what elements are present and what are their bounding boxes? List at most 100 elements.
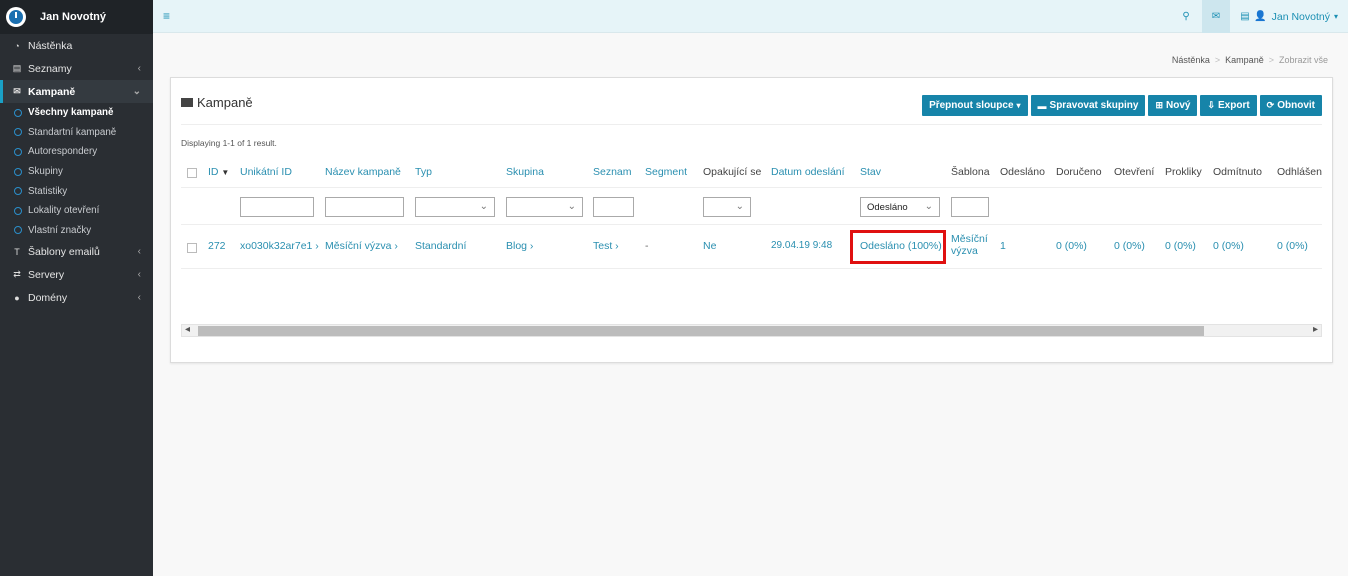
sidebar-subitem-autorespondery[interactable]: Autorespondery <box>0 142 153 162</box>
breadcrumb-item[interactable]: Kampaně <box>1225 55 1264 65</box>
breadcrumb-item[interactable]: Nástěnka <box>1172 55 1210 65</box>
column-header-delivered: Doručeno <box>1056 166 1102 178</box>
cell-recurring: Ne <box>703 240 717 252</box>
sidebar-subitem-statistiky[interactable]: Statistiky <box>0 181 153 201</box>
list-filter-input[interactable] <box>593 197 634 217</box>
folder-icon: ▬ <box>1037 100 1047 111</box>
column-header-group[interactable]: Skupina <box>506 166 544 178</box>
button-label: Obnovit <box>1277 100 1315 111</box>
cell-send-date: 29.04.19 9:48 <box>771 240 833 251</box>
user-menu[interactable]: 👤 Jan Novotný ▾ <box>1254 0 1338 33</box>
chevron-left-icon: ‹ <box>137 269 141 281</box>
scroll-left-icon[interactable]: ◂ <box>185 324 190 335</box>
export-button[interactable]: ⇩ Export <box>1200 95 1257 116</box>
campaigns-table: ID ▼ Unikátní ID Název kampaně Typ Skupi… <box>181 156 1322 316</box>
sidebar-item-nastenka[interactable]: ◔ Nástěnka <box>0 34 153 57</box>
sidebar-item-domeny[interactable]: ● Domény ‹ <box>0 286 153 309</box>
row-checkbox[interactable] <box>187 243 197 253</box>
button-label: Nový <box>1166 100 1191 111</box>
circle-icon <box>14 167 22 176</box>
column-header-send-date[interactable]: Datum odeslání <box>771 166 845 178</box>
cell-delivered[interactable]: 0 (0%) <box>1056 240 1087 252</box>
caret-down-icon: ▾ <box>1333 12 1338 21</box>
user-name: Jan Novotný <box>1271 10 1330 23</box>
column-header-unique-id[interactable]: Unikátní ID <box>240 166 292 178</box>
column-header-name[interactable]: Název kampaně <box>325 166 401 178</box>
cell-sent[interactable]: 1 <box>1000 240 1006 252</box>
sidebar-subitem-vlastni-znacky[interactable]: Vlastní značky <box>0 220 153 241</box>
manage-groups-button[interactable]: ▬ Spravovat skupiny <box>1030 95 1146 116</box>
column-header-status[interactable]: Stav <box>860 166 881 178</box>
breadcrumb: Nástěnka > Kampaně > Zobrazit vše <box>1172 55 1328 65</box>
sidebar-item-kampane[interactable]: ✉ Kampaně ⌄ <box>0 80 153 103</box>
chevron-down-icon: ⌄ <box>924 201 933 212</box>
sidebar-subitem-skupiny[interactable]: Skupiny <box>0 161 153 182</box>
power-logo-icon <box>6 7 26 27</box>
cell-opens[interactable]: 0 (0%) <box>1114 240 1145 252</box>
sidebar-item-label: Domény <box>28 291 68 304</box>
group-filter-select[interactable]: ⌄ <box>506 197 583 217</box>
cell-template[interactable]: Měsíční výzva <box>951 233 988 257</box>
cell-list[interactable]: Test › <box>593 240 619 252</box>
cell-unsubscribed[interactable]: 0 (0%) <box>1277 240 1308 252</box>
sidebar-subitem-lokality-otevreni[interactable]: Lokality otevření <box>0 200 153 221</box>
sidebar-subitem-vsechny-kampane[interactable]: Všechny kampaně <box>0 103 153 123</box>
chevron-down-icon: ⌄ <box>735 201 744 212</box>
template-filter-input[interactable] <box>951 197 989 217</box>
sidebar-subitem-label: Statistiky <box>28 185 68 197</box>
refresh-button[interactable]: ⟳ Obnovit <box>1259 95 1322 116</box>
sidebar-subitem-label: Lokality otevření <box>28 205 100 217</box>
sidebar-item-servery[interactable]: ⇄ Servery ‹ <box>0 263 153 286</box>
column-header-type[interactable]: Typ <box>415 166 432 178</box>
scroll-right-icon[interactable]: ▸ <box>1313 324 1318 335</box>
sidebar-item-seznamy[interactable]: ▤ Seznamy ‹ <box>0 57 153 80</box>
envelope-icon: ✉ <box>13 86 21 96</box>
sidebar-subitem-standartni-kampane[interactable]: Standartní kampaně <box>0 122 153 143</box>
circle-icon <box>14 128 22 137</box>
sidebar-item-label: Seznamy <box>28 62 72 75</box>
column-header-template: Šablona <box>951 166 990 178</box>
type-filter-select[interactable]: ⌄ <box>415 197 495 217</box>
cell-group[interactable]: Blog › <box>506 240 533 252</box>
chevron-left-icon: ‹ <box>137 63 141 74</box>
status-highlight-box <box>850 230 946 264</box>
cell-id[interactable]: 272 <box>208 240 226 252</box>
cell-bounced[interactable]: 0 (0%) <box>1213 240 1244 252</box>
recurring-filter-select[interactable]: ⌄ <box>703 197 751 217</box>
scrollbar-thumb[interactable] <box>198 326 1204 336</box>
sidebar-item-label: Nástěnka <box>28 39 73 52</box>
cell-template-line: Měsíční <box>951 233 988 245</box>
name-filter-input[interactable] <box>325 197 404 217</box>
brand[interactable]: Jan Novotný <box>0 0 153 34</box>
search-icon[interactable]: ⚲ <box>1172 0 1200 33</box>
cell-clicks[interactable]: 0 (0%) <box>1165 240 1196 252</box>
column-header-list[interactable]: Seznam <box>593 166 632 178</box>
circle-icon <box>14 187 22 196</box>
sidebar-subitem-label: Standartní kampaně <box>28 126 117 138</box>
toggle-columns-button[interactable]: Přepnout sloupce ▾ <box>922 95 1028 116</box>
unique-id-filter-input[interactable] <box>240 197 314 217</box>
envelope-icon[interactable]: ✉ <box>1202 0 1230 33</box>
row-divider <box>181 268 1322 269</box>
status-filter-select[interactable]: Odesláno ⌄ <box>860 197 940 217</box>
menu-toggle-icon[interactable]: ≡ <box>163 9 170 23</box>
horizontal-scrollbar[interactable]: ◂ ▸ <box>181 324 1322 337</box>
sidebar-nav: ◔ Nástěnka ▤ Seznamy ‹ ✉ Kampaně ⌄ Všech… <box>0 34 153 309</box>
cell-template-line: výzva <box>951 245 978 257</box>
panel-actions: Přepnout sloupce ▾ ▬ Spravovat skupiny ⊞… <box>922 95 1322 116</box>
column-header-sent: Odesláno <box>1000 166 1045 178</box>
sidebar-item-sablony-emailu[interactable]: T Šablony emailů ‹ <box>0 240 153 263</box>
status-filter-value: Odesláno <box>867 201 908 213</box>
cell-name[interactable]: Měsíční výzva › <box>325 240 398 252</box>
column-header-segment[interactable]: Segment <box>645 166 687 178</box>
panel-title: Kampaně <box>181 95 253 110</box>
new-button[interactable]: ⊞ Nový <box>1148 95 1198 116</box>
row-divider <box>181 224 1322 225</box>
exchange-icon: ⇄ <box>13 269 21 280</box>
sidebar-subitem-label: Všechny kampaně <box>28 107 114 119</box>
column-header-id[interactable]: ID ▼ <box>208 166 229 178</box>
cell-unique-id[interactable]: xo030k32ar7e1 › <box>240 240 319 252</box>
chevron-left-icon: ‹ <box>137 246 141 258</box>
plus-square-icon: ⊞ <box>1155 100 1163 110</box>
select-all-checkbox[interactable] <box>187 168 197 178</box>
